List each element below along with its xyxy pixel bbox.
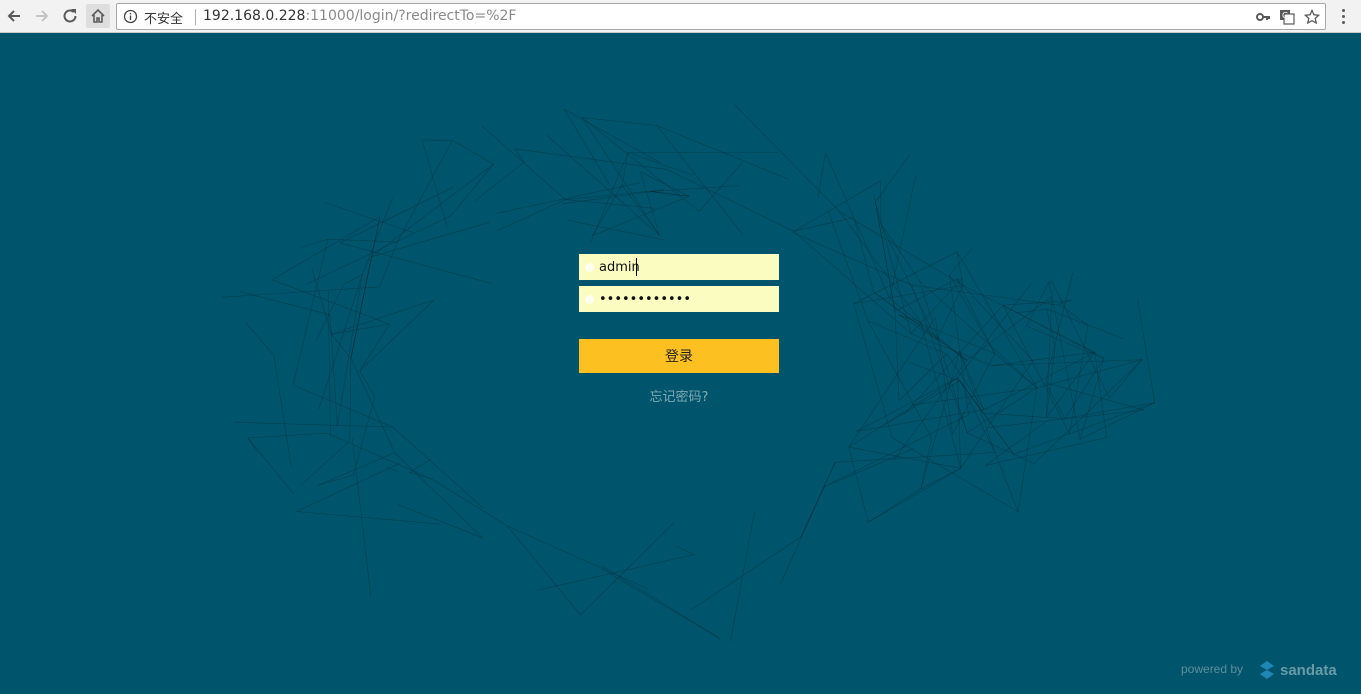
forward-arrow-icon[interactable] bbox=[30, 4, 54, 28]
password-field[interactable] bbox=[579, 286, 779, 312]
browser-toolbar: 不安全 192.168.0.228:11000/login/?redirectT… bbox=[0, 0, 1361, 33]
url-host: 192.168.0.228 bbox=[203, 8, 306, 24]
security-label: 不安全 bbox=[144, 12, 184, 27]
username-input[interactable] bbox=[599, 254, 775, 280]
password-field-icon bbox=[585, 295, 594, 304]
login-button[interactable]: 登录 bbox=[579, 339, 779, 373]
key-icon[interactable] bbox=[1255, 9, 1271, 25]
user-field-icon bbox=[585, 263, 594, 272]
back-arrow-icon[interactable] bbox=[2, 4, 26, 28]
info-icon[interactable] bbox=[123, 9, 138, 24]
url-divider bbox=[195, 9, 196, 25]
home-icon[interactable] bbox=[86, 4, 110, 28]
star-icon[interactable] bbox=[1304, 9, 1320, 25]
forgot-password-link[interactable]: 忘记密码? bbox=[579, 386, 779, 405]
powered-by-label: powered by bbox=[1181, 662, 1244, 676]
sandata-logo-icon bbox=[1260, 661, 1274, 679]
svg-text:G: G bbox=[1282, 11, 1288, 20]
password-input[interactable] bbox=[599, 286, 775, 312]
url-path: :11000/login/?redirectTo=%2F bbox=[305, 8, 517, 24]
kebab-menu-icon[interactable] bbox=[1336, 5, 1350, 27]
translate-icon[interactable]: G bbox=[1279, 9, 1295, 25]
brand-name: sandata bbox=[1280, 661, 1337, 679]
address-bar[interactable]: 不安全 192.168.0.228:11000/login/?redirectT… bbox=[116, 3, 1326, 30]
text-caret bbox=[636, 258, 637, 276]
brand-logo[interactable]: sandata bbox=[1258, 660, 1337, 680]
username-field[interactable] bbox=[579, 254, 779, 280]
reload-icon[interactable] bbox=[58, 4, 82, 28]
url-text[interactable]: 192.168.0.228:11000/login/?redirectTo=%2… bbox=[203, 8, 516, 24]
